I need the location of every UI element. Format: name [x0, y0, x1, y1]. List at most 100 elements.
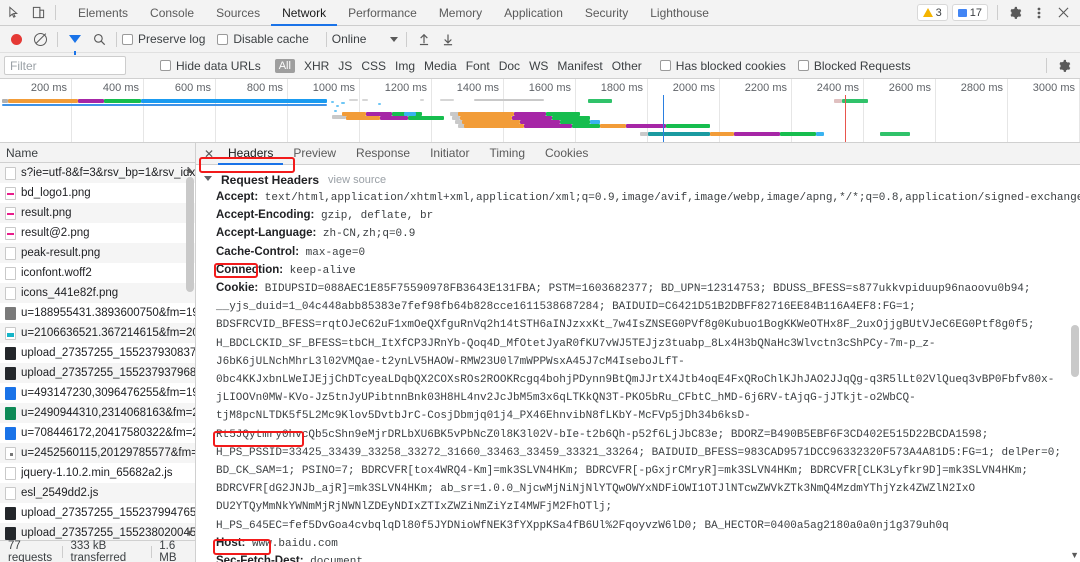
header-key: Host:: [216, 537, 245, 549]
tab-preview[interactable]: Preview: [283, 143, 346, 165]
import-har-button[interactable]: [412, 28, 436, 50]
request-row[interactable]: esl_2549dd2.js: [0, 483, 195, 503]
disable-cache-label: Disable cache: [233, 32, 308, 46]
request-row[interactable]: peak-result.png: [0, 243, 195, 263]
close-devtools-icon[interactable]: [1051, 2, 1075, 24]
resource-type-filters: All XHR JS CSS Img Media Font Doc WS Man…: [275, 59, 642, 73]
filter-type-img[interactable]: Img: [395, 59, 415, 73]
headers-scrollbar[interactable]: [1071, 325, 1079, 377]
filter-toggle-button[interactable]: [63, 28, 87, 50]
request-row[interactable]: icons_441e82f.png: [0, 283, 195, 303]
tab-initiator[interactable]: Initiator: [420, 143, 479, 165]
request-row[interactable]: u=708446172,20417580322&fm=2188&: [0, 423, 195, 443]
timeline-tick: 2200 ms: [745, 82, 787, 94]
filter-type-js[interactable]: JS: [338, 59, 352, 73]
request-name: esl_2549dd2.js: [21, 487, 98, 499]
preserve-log-checkbox[interactable]: Preserve log: [122, 32, 205, 46]
tab-performance[interactable]: Performance: [337, 0, 428, 26]
filter-type-xhr[interactable]: XHR: [304, 59, 329, 73]
header-value: text/html,application/xhtml+xml,applicat…: [258, 192, 1080, 204]
request-row[interactable]: u=188955431.3893600750&fm=195&a: [0, 303, 195, 323]
image-green-icon: [5, 407, 16, 420]
header-key: Cookie:: [216, 282, 258, 294]
search-button[interactable]: [87, 28, 111, 50]
timeline-tick: 3000 ms: [1033, 82, 1075, 94]
tab-headers[interactable]: Headers: [218, 143, 283, 165]
view-source-link[interactable]: view source: [328, 174, 386, 186]
throttling-dropdown[interactable]: Online: [332, 32, 399, 46]
image-pink-icon: [5, 207, 16, 220]
scroll-up-icon[interactable]: ▲: [185, 165, 194, 175]
request-row[interactable]: upload_27357255_1552380200456.png: [0, 523, 195, 540]
request-headers-section-header[interactable]: Request Headers view source: [196, 171, 1080, 189]
warning-triangle-icon: [923, 8, 933, 17]
more-options-icon[interactable]: [1027, 2, 1051, 24]
inspect-element-icon[interactable]: [2, 2, 26, 24]
settings-gear-icon[interactable]: [1003, 2, 1027, 24]
filter-input[interactable]: [4, 56, 126, 75]
requests-count: 77 requests: [0, 540, 62, 562]
device-toolbar-icon[interactable]: [26, 2, 50, 24]
request-row[interactable]: result@2.png: [0, 223, 195, 243]
filter-type-font[interactable]: Font: [466, 59, 490, 73]
request-row[interactable]: s?ie=utf-8&f=3&rsv_bp=1&rsv_idx=1&: [0, 163, 195, 183]
request-row[interactable]: upload_27357255_1552379379681.jpg: [0, 363, 195, 383]
request-name: u=2452560115,20129785577&fm=2188: [21, 447, 195, 459]
tab-response[interactable]: Response: [346, 143, 420, 165]
close-detail-icon[interactable]: ✕: [200, 147, 218, 161]
tab-memory[interactable]: Memory: [428, 0, 493, 26]
request-row[interactable]: upload_27357255_1552379308376.jpg: [0, 343, 195, 363]
tabbar-divider-2: [997, 5, 998, 20]
filter-type-all[interactable]: All: [275, 59, 295, 73]
tab-security[interactable]: Security: [574, 0, 639, 26]
scroll-down-icon[interactable]: ▼: [185, 528, 194, 538]
netbar-divider-2: [116, 32, 117, 47]
filter-type-other[interactable]: Other: [612, 59, 642, 73]
filter-type-css[interactable]: CSS: [361, 59, 386, 73]
filter-type-ws[interactable]: WS: [529, 59, 548, 73]
warnings-badge[interactable]: 3: [917, 4, 948, 21]
tab-elements[interactable]: Elements: [67, 0, 139, 26]
filter-type-media[interactable]: Media: [424, 59, 457, 73]
request-list-scrollbar[interactable]: [186, 177, 194, 292]
tab-application[interactable]: Application: [493, 0, 574, 26]
disable-cache-checkbox[interactable]: Disable cache: [217, 32, 308, 46]
request-row[interactable]: iconfont.woff2: [0, 263, 195, 283]
timeline-tick: 1200 ms: [385, 82, 427, 94]
filter-type-doc[interactable]: Doc: [499, 59, 520, 73]
request-row[interactable]: bd_logo1.png: [0, 183, 195, 203]
request-list[interactable]: ▲ ▼ s?ie=utf-8&f=3&rsv_bp=1&rsv_idx=1&bd…: [0, 163, 195, 540]
request-row[interactable]: upload_27357255_1552379947652.jpg: [0, 503, 195, 523]
hide-data-urls-checkbox[interactable]: Hide data URLs: [160, 59, 261, 73]
headers-content[interactable]: Request Headers view source Accept: text…: [196, 165, 1080, 562]
request-row[interactable]: jquery-1.10.2.min_65682a2.js: [0, 463, 195, 483]
messages-count: 17: [970, 7, 982, 19]
tab-console[interactable]: Console: [139, 0, 205, 26]
tab-sources[interactable]: Sources: [205, 0, 271, 26]
tab-lighthouse[interactable]: Lighthouse: [639, 0, 720, 26]
tab-network[interactable]: Network: [271, 0, 337, 26]
request-row[interactable]: u=2490944310,2314068163&fm=2188: [0, 403, 195, 423]
network-settings-gear-icon[interactable]: [1052, 55, 1076, 77]
clear-button[interactable]: [28, 28, 52, 50]
messages-badge[interactable]: 17: [952, 4, 988, 21]
request-row[interactable]: result.png: [0, 203, 195, 223]
export-har-button[interactable]: [436, 28, 460, 50]
blocked-requests-checkbox[interactable]: Blocked Requests: [798, 59, 911, 73]
request-row[interactable]: u=2106636521.367214615&fm=202&.: [0, 323, 195, 343]
has-blocked-cookies-checkbox[interactable]: Has blocked cookies: [660, 59, 786, 73]
tab-cookies[interactable]: Cookies: [535, 143, 598, 165]
request-name: u=708446172,20417580322&fm=2188&: [21, 427, 195, 439]
timeline-tick: 2400 ms: [817, 82, 859, 94]
image-blue-icon: [5, 387, 16, 400]
headers-scroll-down-icon[interactable]: ▼: [1070, 550, 1079, 560]
network-timeline-overview[interactable]: 200 ms 400 ms 600 ms 800 ms 1000 ms 1200…: [0, 79, 1080, 143]
record-button[interactable]: [4, 28, 28, 50]
request-row[interactable]: u=2452560115,20129785577&fm=2188: [0, 443, 195, 463]
column-header-name: Name: [6, 146, 38, 160]
tab-timing[interactable]: Timing: [479, 143, 535, 165]
header-value: document: [304, 556, 363, 562]
filter-type-manifest[interactable]: Manifest: [557, 59, 602, 73]
script-icon: [5, 487, 16, 500]
request-row[interactable]: u=493147230,3096476255&fm=195&a: [0, 383, 195, 403]
